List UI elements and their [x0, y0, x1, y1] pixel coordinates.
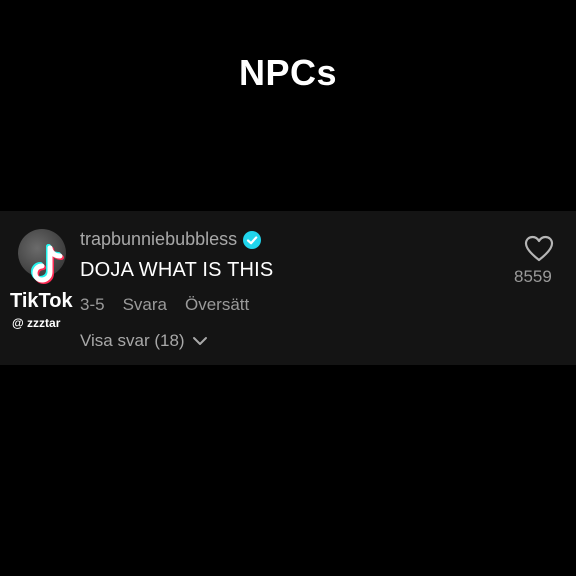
comment-meta-row: 3-5 Svara Översätt [80, 295, 249, 315]
tiktok-logo-icon [30, 244, 64, 285]
view-replies-button[interactable]: Visa svar (18) [80, 331, 209, 351]
comment-username-row[interactable]: trapbunniebubbless [80, 229, 262, 250]
like-count: 8559 [514, 267, 552, 286]
comment-username[interactable]: trapbunniebubbless [80, 229, 237, 250]
translate-button[interactable]: Översätt [185, 295, 249, 315]
view-replies-label: Visa svar (18) [80, 331, 185, 350]
comment-text: DOJA WHAT IS THIS [80, 259, 274, 281]
heart-icon[interactable] [524, 235, 554, 263]
tiktok-watermark: TikTok @ zzztar [10, 232, 90, 352]
verified-check-icon [243, 230, 262, 249]
reply-button[interactable]: Svara [123, 295, 167, 315]
tiktok-creator-handle: @ zzztar [12, 316, 61, 330]
chevron-down-icon [192, 337, 207, 345]
video-title-overlay: NPCs [238, 52, 338, 93]
tiktok-brand-label: TikTok [10, 290, 73, 312]
